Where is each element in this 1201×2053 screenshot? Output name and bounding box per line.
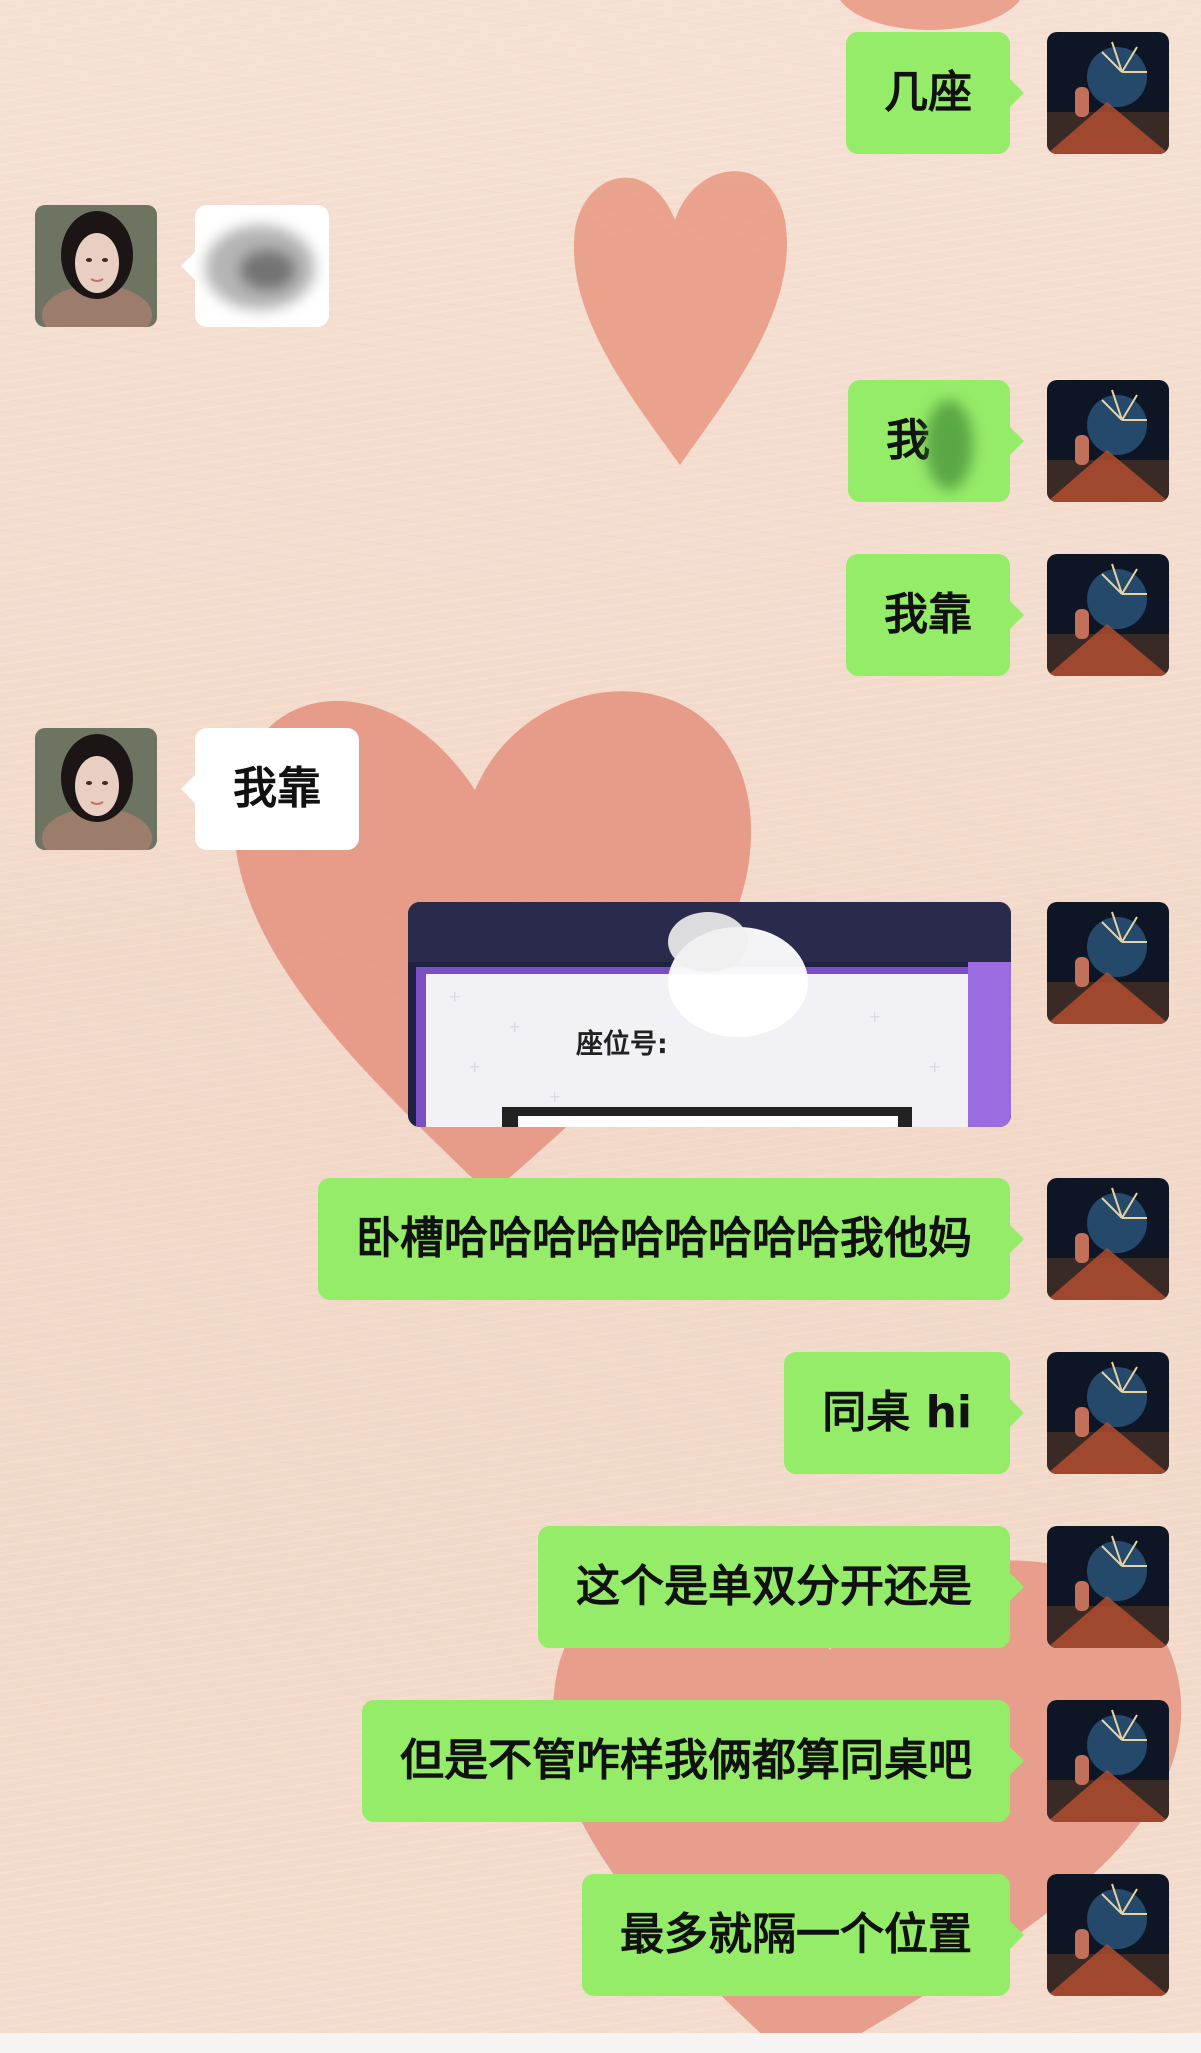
girl-portrait-avatar-icon [35, 728, 157, 850]
outgoing-message-bubble[interactable]: 卧槽哈哈哈哈哈哈哈哈哈我他妈 [318, 1178, 1024, 1300]
outgoing-message-bubble[interactable]: 几座 [846, 32, 1024, 154]
image-message-bubble[interactable]: + + + + + + 座位号: [408, 902, 1011, 1127]
redaction-smudge [925, 400, 973, 490]
bottom-bar [0, 2033, 1201, 2053]
fireworks-night-avatar-icon [1047, 1874, 1169, 1996]
outgoing-message-bubble[interactable]: 我靠 [846, 554, 1024, 676]
fireworks-night-avatar-icon [1047, 1700, 1169, 1822]
svg-text:+: + [928, 1057, 941, 1076]
peer-avatar[interactable] [35, 728, 157, 850]
svg-text:+: + [868, 1007, 881, 1026]
heart-decoration-top [573, 171, 787, 465]
svg-text:+: + [448, 987, 461, 1006]
girl-portrait-avatar-icon [35, 205, 157, 327]
svg-text:+: + [548, 1087, 561, 1106]
incoming-message-bubble[interactable]: 我靠 [181, 728, 359, 850]
outgoing-message-bubble[interactable]: 这个是单双分开还是 [538, 1526, 1024, 1648]
outgoing-message-bubble[interactable]: 最多就隔一个位置 [582, 1874, 1024, 1996]
fireworks-night-avatar-icon [1047, 902, 1169, 1024]
fireworks-night-avatar-icon [1047, 1352, 1169, 1474]
svg-text:+: + [508, 1017, 521, 1036]
seat-number-label: 座位号: [576, 1029, 668, 1060]
outgoing-message-bubble[interactable]: 但是不管咋样我俩都算同桌吧 [362, 1700, 1024, 1822]
self-avatar[interactable] [1047, 1526, 1169, 1648]
self-avatar[interactable] [1047, 32, 1169, 154]
fireworks-night-avatar-icon [1047, 380, 1169, 502]
self-avatar[interactable] [1047, 380, 1169, 502]
self-avatar[interactable] [1047, 902, 1169, 1024]
fireworks-night-avatar-icon [1047, 1178, 1169, 1300]
fireworks-night-avatar-icon [1047, 554, 1169, 676]
fireworks-night-avatar-icon [1047, 1526, 1169, 1648]
outgoing-message-bubble[interactable]: 同桌 hi [784, 1352, 1024, 1474]
self-avatar[interactable] [1047, 1352, 1169, 1474]
fireworks-night-avatar-icon [1047, 32, 1169, 154]
self-avatar[interactable] [1047, 1178, 1169, 1300]
self-avatar[interactable] [1047, 1700, 1169, 1822]
self-avatar[interactable] [1047, 1874, 1169, 1996]
peer-avatar[interactable] [35, 205, 157, 327]
svg-text:+: + [468, 1057, 481, 1076]
self-avatar[interactable] [1047, 554, 1169, 676]
redaction-smudge [240, 250, 295, 290]
seat-ticket-image: + + + + + + [408, 902, 1011, 1127]
